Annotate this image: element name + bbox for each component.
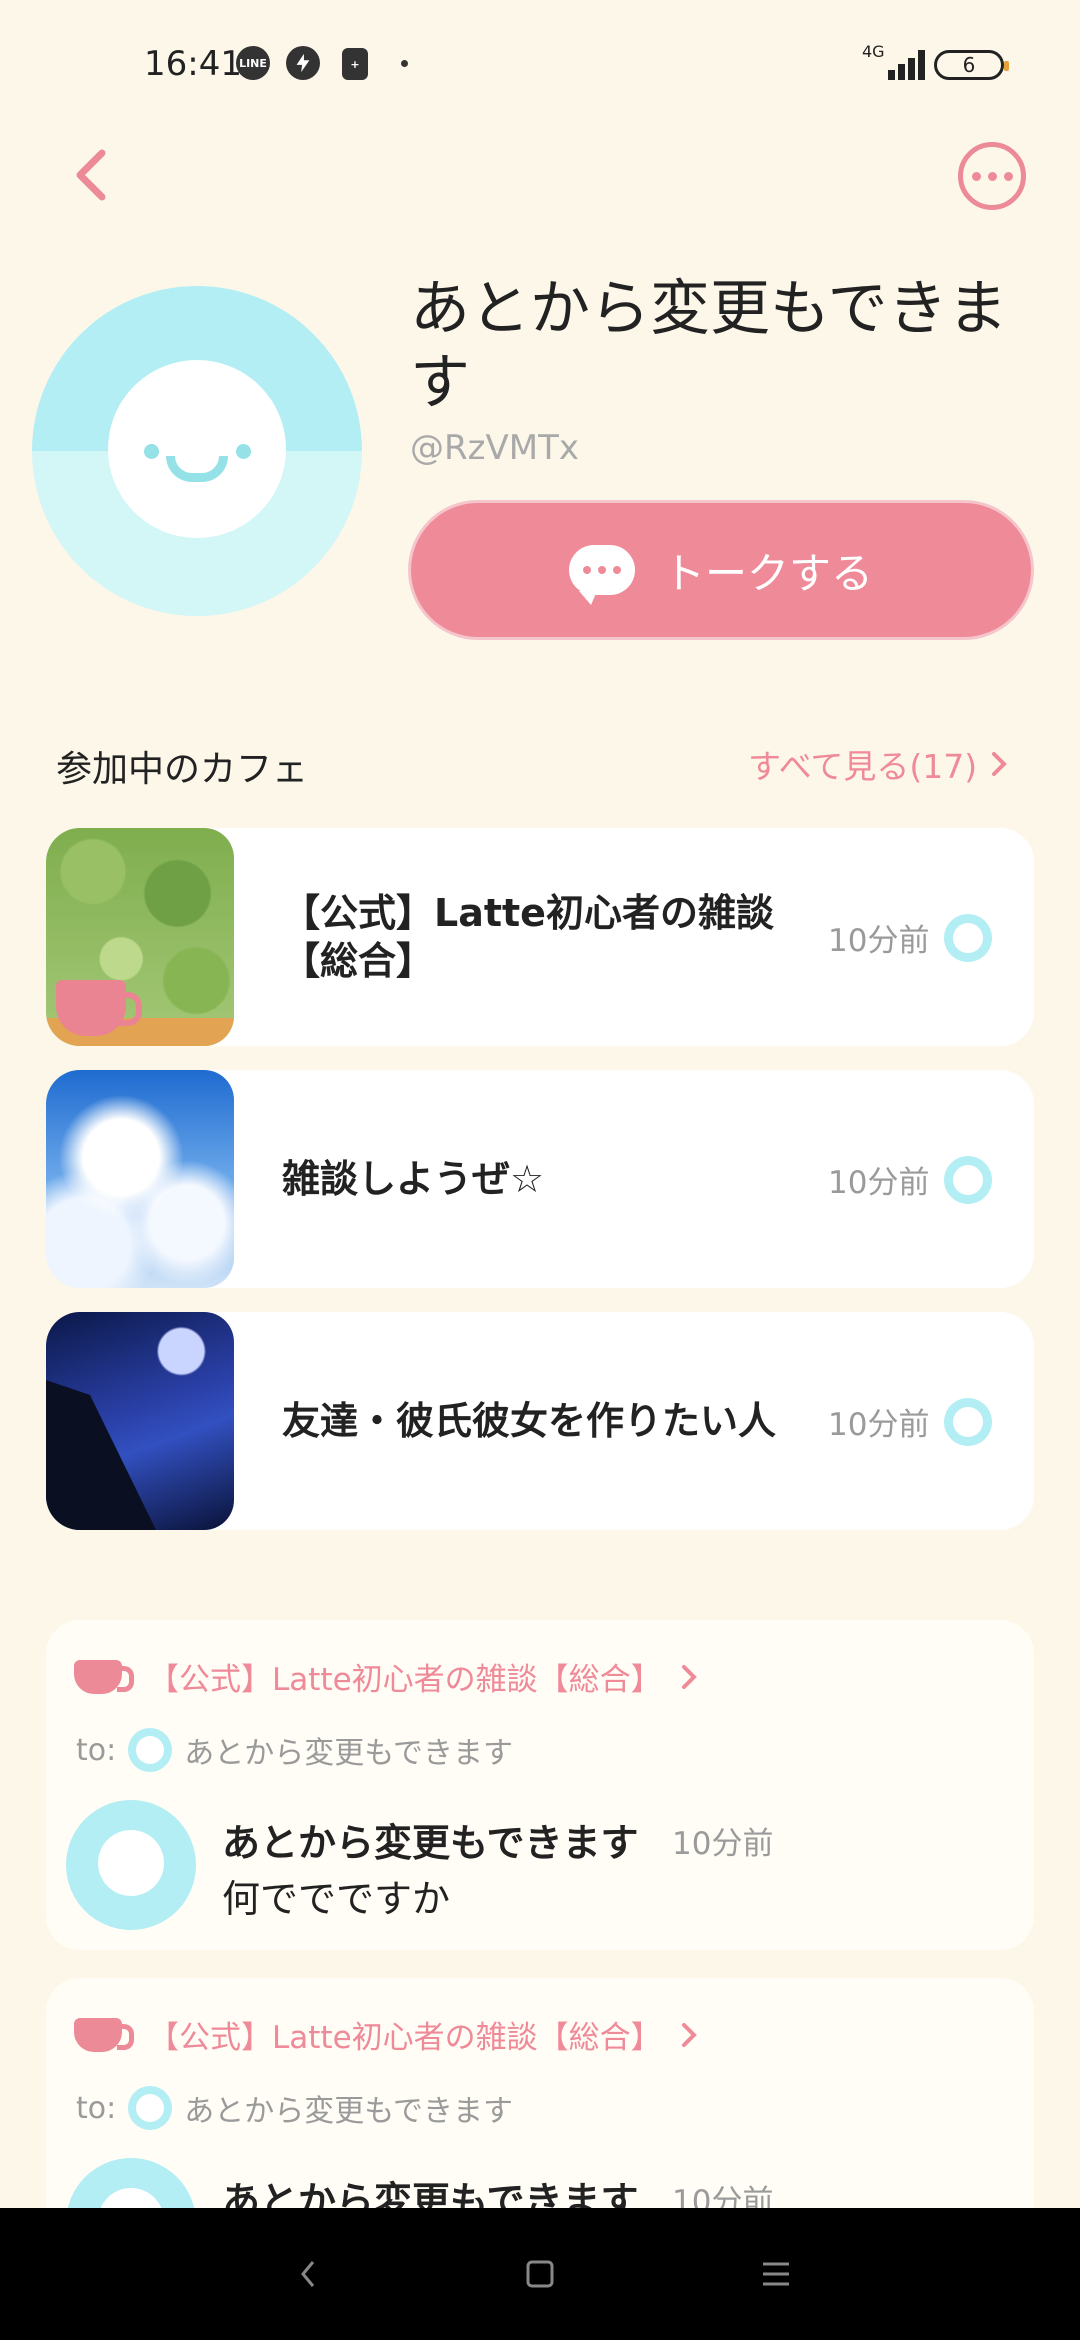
chevron-right-icon: [681, 1664, 697, 1689]
see-all-label: すべて見る(17): [748, 747, 978, 786]
line-icon: LINE: [236, 46, 270, 80]
talk-button-label: トークする: [662, 548, 873, 598]
cafe-name: 友達・彼氏彼女を作りたい人: [282, 1399, 777, 1443]
nav-menu-button[interactable]: [748, 2246, 804, 2302]
nav-home-icon: [526, 2260, 554, 2288]
status-time: 16:41: [144, 44, 242, 84]
chevron-right-icon: [992, 752, 1007, 776]
recipient-name: あとから変更もできます: [184, 2094, 514, 2129]
post-cafe-name: 【公式】Latte初心者の雑談【総合】: [148, 2020, 662, 2056]
cafe-name: 【公式】Latte初心者の雑談【総合】: [282, 891, 774, 983]
post-recipient: to: あとから変更もできます: [76, 2086, 513, 2130]
cafe-time: 10分前: [828, 922, 930, 959]
cafe-item[interactable]: 【公式】Latte初心者の雑談【総合】 10分前: [46, 828, 1034, 1046]
section-title-cafes: 参加中のカフェ: [56, 749, 309, 790]
chevron-right-icon: [681, 2022, 697, 2047]
notification-dot: [401, 60, 408, 67]
cafe-name: 雑談しようぜ☆: [282, 1157, 545, 1201]
more-horizontal-icon: [971, 171, 981, 181]
to-label: to:: [76, 2090, 117, 2126]
cafe-time: 10分前: [828, 1406, 930, 1443]
chat-bubble-icon: [568, 545, 635, 605]
nav-menu-icon: [763, 2262, 789, 2286]
nav-back-icon: [301, 2261, 315, 2287]
recipient-avatar: [128, 1728, 173, 1772]
post-cafe-name: 【公式】Latte初心者の雑談【総合】: [148, 1662, 662, 1698]
post-cafe-link[interactable]: 【公式】Latte初心者の雑談【総合】: [74, 1654, 698, 1699]
author-avatar[interactable]: [66, 1800, 196, 1930]
coffee-cup-icon: [74, 1659, 134, 1694]
post-body: 何ででですか: [222, 1877, 451, 1921]
back-button[interactable]: [60, 140, 120, 210]
system-nav-bar: [0, 2208, 1080, 2340]
signal-icon: [880, 50, 925, 80]
shield-icon: [286, 46, 320, 80]
chevron-left-icon: [76, 149, 106, 201]
post-card[interactable]: 【公式】Latte初心者の雑談【総合】 to: あとから変更もできます あとから…: [46, 1620, 1034, 1950]
cafe-thumbnail: [46, 828, 234, 1046]
cafe-item[interactable]: 友達・彼氏彼女を作りたい人 10分前: [46, 1312, 1034, 1530]
battery-saver-icon: +: [342, 48, 368, 80]
cafe-member-avatar: [944, 1398, 992, 1446]
profile-avatar[interactable]: [32, 286, 362, 616]
post-author: あとから変更もできます: [222, 1821, 639, 1865]
cafe-item[interactable]: 雑談しようぜ☆ 10分前: [46, 1070, 1034, 1288]
smiley-face-icon: [108, 360, 286, 538]
recipient-avatar: [128, 2086, 173, 2130]
cafe-thumbnail: [46, 1312, 234, 1530]
post-cafe-link[interactable]: 【公式】Latte初心者の雑談【総合】: [74, 2012, 698, 2057]
talk-button[interactable]: トークする: [408, 500, 1034, 640]
status-bar: 16:41 LINE + 4G 6: [0, 0, 1080, 120]
see-all-link[interactable]: すべて見る(17): [748, 740, 1009, 788]
cafe-thumbnail: [46, 1070, 234, 1288]
coffee-cup-icon: [74, 2017, 134, 2052]
recipient-name: あとから変更もできます: [184, 1736, 514, 1771]
nav-home-button[interactable]: [512, 2246, 568, 2302]
cafe-member-avatar: [944, 1156, 992, 1204]
nav-back-button[interactable]: [280, 2246, 336, 2302]
more-options-button[interactable]: [958, 142, 1026, 210]
profile-handle: @RzVMTx: [410, 428, 579, 468]
post-recipient: to: あとから変更もできます: [76, 1728, 513, 1772]
cafe-member-avatar: [944, 914, 992, 962]
battery-icon: 6: [934, 50, 1009, 80]
profile-name: あとから変更もできます: [410, 274, 1008, 418]
post-time: 10分前: [672, 1826, 774, 1862]
to-label: to:: [76, 1732, 117, 1768]
cafe-time: 10分前: [828, 1164, 930, 1201]
battery-level: 6: [962, 53, 976, 77]
